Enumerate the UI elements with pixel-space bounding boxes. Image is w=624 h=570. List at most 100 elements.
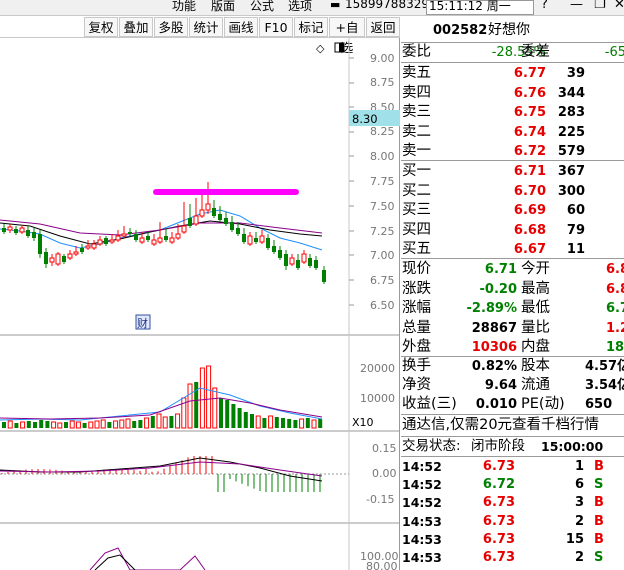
bid-row[interactable]: 买五 6.67 11 <box>401 240 624 259</box>
bid-row[interactable]: 买三 6.69 60 <box>401 201 624 220</box>
stat-label: 涨跌 <box>402 280 431 297</box>
trade-state: 闭市阶段 <box>471 438 525 454</box>
close-icon[interactable]: ✕ <box>614 0 624 12</box>
candle-body <box>164 236 168 240</box>
statistics-button[interactable]: 统计 <box>189 17 223 37</box>
add-watchlist-button[interactable]: +自选 <box>329 17 365 55</box>
stock-header: 002582 好想你 <box>401 21 624 41</box>
volume-bar <box>162 416 168 429</box>
volume-bar <box>45 421 50 428</box>
fundamental-value: 3.54亿 <box>585 378 624 393</box>
volume-bar <box>20 421 26 429</box>
ask-label: 卖二 <box>402 123 431 140</box>
ask-volume: 344 <box>557 85 585 101</box>
minimize-icon[interactable]: — <box>570 0 583 12</box>
price-tick: 8.75 <box>370 76 395 89</box>
stock-name: 好想你 <box>488 22 530 38</box>
candle-body <box>259 235 265 243</box>
promo-banner[interactable]: 通达信,仅需20元查看千档行情 <box>401 416 624 436</box>
stat-row: 外盘 10306内盘 1856 <box>401 338 624 357</box>
candle-body <box>139 237 145 243</box>
price-tick: 6.50 <box>370 299 395 312</box>
candle-body <box>236 228 240 234</box>
fundamental-value: 0.010 <box>475 397 517 412</box>
candle-body <box>188 218 192 226</box>
bid-label: 买一 <box>402 163 431 179</box>
ask-row[interactable]: 卖五 6.77 39 <box>401 64 624 83</box>
volume-bar <box>39 420 44 428</box>
candle-body <box>289 257 295 265</box>
user-icon: ▬ <box>330 0 341 11</box>
kline-chart-panel[interactable]: ◇ 9.00 8.75 8.50 8.25 8.00 7.75 7.50 7.2… <box>0 38 400 570</box>
finance-badge[interactable]: 财 <box>137 316 148 330</box>
volume-bar <box>318 419 323 428</box>
back-button[interactable]: 返回 <box>366 17 400 37</box>
candle-body <box>224 218 228 224</box>
stat-value: 6.7 <box>606 301 624 317</box>
tick-side: B <box>594 513 604 529</box>
volume-bar <box>132 421 137 428</box>
volume-bar <box>82 423 87 428</box>
bid-volume: 367 <box>557 164 585 179</box>
ask-volume: 39 <box>566 66 585 81</box>
volume-bar <box>219 398 223 428</box>
volume-bar <box>125 418 131 429</box>
ask-row[interactable]: 卖一 6.72 579 <box>401 142 624 161</box>
trade-time: 15:00:00 <box>541 439 604 454</box>
menu-options[interactable]: 选项 <box>288 0 312 14</box>
divider <box>401 258 624 259</box>
bid-label: 买四 <box>402 221 431 238</box>
multi-stock-button[interactable]: 多股 <box>154 17 188 37</box>
candle-body <box>284 254 288 266</box>
volume-bar <box>150 416 155 428</box>
volume-tick: 20000 <box>360 362 395 375</box>
candle-body <box>121 233 127 237</box>
volume-bar <box>138 420 143 428</box>
menu-function[interactable]: 功能 <box>172 0 196 14</box>
trade-state-label: 交易状态: <box>402 438 461 454</box>
candle-body <box>38 234 42 254</box>
bid-row[interactable]: 买四 6.68 79 <box>401 221 624 240</box>
tick-time: 14:52 <box>402 459 442 474</box>
fundamental-value: 9.64 <box>484 378 517 393</box>
overlay-button[interactable]: 叠加 <box>119 17 153 37</box>
ask-row[interactable]: 卖二 6.74 225 <box>401 123 624 142</box>
menu-layout[interactable]: 版面 <box>211 0 235 14</box>
volume-bar <box>231 404 236 428</box>
tick-row: 14:52 6.73 3 B <box>401 494 624 512</box>
volume-bar <box>262 418 267 428</box>
price-tick: 8.00 <box>370 150 395 163</box>
ask-row[interactable]: 卖四 6.76 344 <box>401 84 624 103</box>
menu-formula[interactable]: 公式 <box>250 0 274 14</box>
candle-body <box>157 237 163 243</box>
bid-row[interactable]: 买二 6.70 300 <box>401 182 624 201</box>
stat-value: 28867 <box>471 320 517 336</box>
panel-toggle-icon-fill <box>339 43 344 52</box>
diamond-icon[interactable]: ◇ <box>316 42 325 55</box>
tick-price: 6.73 <box>482 531 515 547</box>
fundamental-label: 流通 <box>521 377 550 393</box>
restore-icon[interactable]: ❐ <box>594 0 606 12</box>
stat-value: -0.20 <box>479 281 517 297</box>
quote-panel: 002582 好想你 委比 -28.55% 委差 -65 卖五 6.77 39 卖四 6… <box>401 16 624 570</box>
candle-body <box>97 239 103 245</box>
bid-row[interactable]: 买一 6.71 367 <box>401 162 624 181</box>
adjust-button[interactable]: 复权 <box>84 17 118 37</box>
f10-button[interactable]: F10 <box>259 17 293 37</box>
help-icon[interactable]: ? <box>541 0 548 12</box>
tick-side: B <box>594 459 604 474</box>
tick-price: 6.73 <box>482 550 515 565</box>
tick-price: 6.72 <box>482 477 515 493</box>
kline-chart-svg[interactable]: ◇ 9.00 8.75 8.50 8.25 8.00 7.75 7.50 7.2… <box>0 38 400 570</box>
tick-price: 6.73 <box>482 495 515 511</box>
volume-bar <box>26 421 31 428</box>
ask-row[interactable]: 卖三 6.75 283 <box>401 103 624 122</box>
candle-body <box>128 232 132 234</box>
promo-text[interactable]: 通达信,仅需20元查看千档行情 <box>402 416 599 435</box>
mark-button[interactable]: 标记 <box>294 17 328 37</box>
bid-volume: 60 <box>566 203 585 219</box>
volume-bar <box>287 419 292 428</box>
price-tick: 6.75 <box>370 274 395 287</box>
price-tick: 7.75 <box>370 175 395 188</box>
draw-line-button[interactable]: 画线 <box>224 17 258 37</box>
